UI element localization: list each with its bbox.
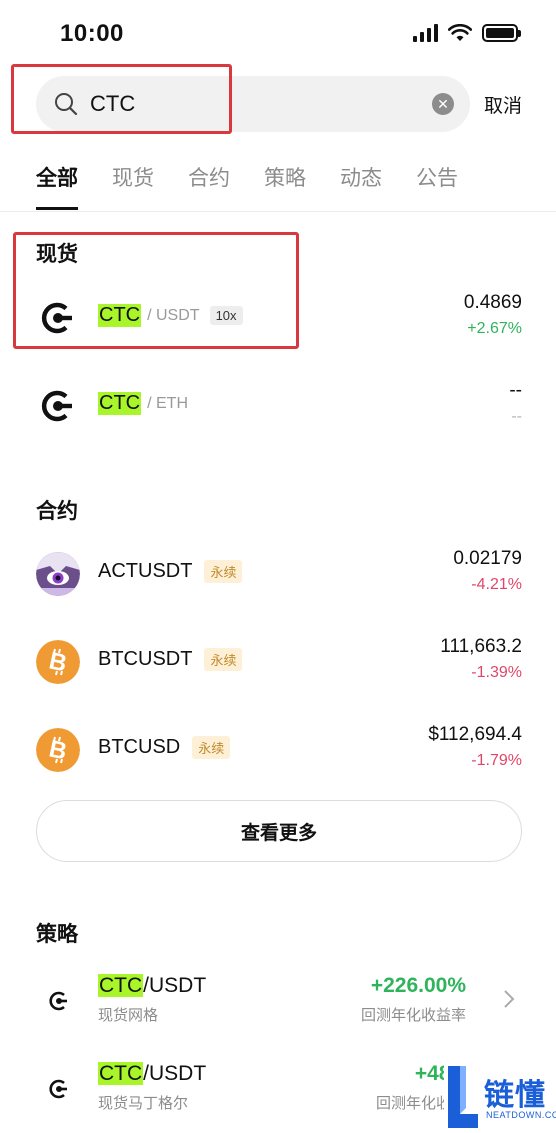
strategy-type: 现货网格 (98, 1007, 159, 1024)
ctc-logo-icon (49, 1079, 67, 1099)
tabs-divider (0, 211, 556, 212)
strategy-pair: CTC/USDT (98, 974, 206, 998)
pair-quote: / ETH (147, 394, 188, 412)
pair-base: CTC (98, 1062, 144, 1085)
perpetual-badge: 永续 (192, 736, 231, 759)
tab-strategy[interactable]: 策略 (264, 162, 306, 210)
leverage-badge: 10x (209, 306, 243, 325)
price-change: -- (511, 408, 522, 425)
wifi-icon (448, 24, 472, 41)
section-title-spot: 现货 (36, 243, 78, 266)
status-time: 10:00 (60, 20, 124, 47)
battery-icon (482, 24, 521, 42)
spot-row-ctc-usdt[interactable]: CTC / USDT 10x 0.4869 +2.67% (36, 288, 522, 348)
category-tabs: 全部 现货 合约 策略 动态 公告 (36, 162, 458, 210)
contract-symbol: BTCUSDT (98, 648, 193, 670)
pair-name: CTC / USDT 10x (98, 304, 243, 327)
ctc-logo-icon (49, 991, 67, 1011)
watermark-logo-icon (448, 1066, 478, 1128)
price: -- (509, 380, 522, 401)
pair-quote: /USDT (143, 1062, 207, 1085)
search-box[interactable]: ✕ (36, 76, 470, 132)
bitcoin-icon: B (36, 640, 80, 684)
price: 0.02179 (453, 548, 522, 569)
strategy-pair: CTC/USDT (98, 1062, 206, 1086)
contract-symbol: ACTUSDT (98, 560, 193, 582)
futures-row-btcusdt[interactable]: B BTCUSDT 永续 111,663.2 -1.39% (36, 632, 522, 692)
price: $112,694.4 (428, 724, 522, 745)
price: 0.4869 (463, 292, 522, 313)
cellular-signal-icon (413, 24, 438, 42)
tab-all[interactable]: 全部 (36, 162, 78, 210)
tab-futures[interactable]: 合约 (188, 162, 230, 210)
futures-row-btcusd[interactable]: B BTCUSD 永续 $112,694.4 -1.79% (36, 720, 522, 780)
perpetual-badge: 永续 (204, 560, 243, 583)
chevron-right-icon (504, 990, 515, 1008)
pair-name: CTC / ETH (98, 392, 188, 415)
perpetual-badge: 永续 (204, 648, 243, 671)
tab-spot[interactable]: 现货 (112, 162, 154, 210)
watermark-subtext: NEATDOWN.COM (486, 1110, 556, 1120)
ctc-logo-icon (36, 384, 80, 428)
view-more-button[interactable]: 查看更多 (36, 800, 522, 862)
clear-search-icon[interactable]: ✕ (432, 93, 454, 115)
search-input[interactable] (90, 90, 410, 118)
search-row: ✕ 取消 (36, 76, 526, 132)
tab-announcements[interactable]: 公告 (416, 162, 458, 210)
price-change: -4.21% (471, 576, 522, 593)
watermark-text: 链懂 (484, 1079, 546, 1112)
price-change: +2.67% (467, 320, 522, 337)
futures-row-actusdt[interactable]: ACTUSDT 永续 0.02179 -4.21% (36, 544, 522, 604)
pair-base: CTC (98, 974, 144, 997)
section-title-strategy: 策略 (36, 923, 78, 946)
search-icon (55, 93, 78, 116)
pair-base: CTC (98, 392, 142, 415)
price-change: -1.39% (471, 664, 522, 681)
act-avatar-icon (36, 552, 80, 596)
contract-name: BTCUSD 永续 (98, 736, 231, 759)
bitcoin-icon: B (36, 728, 80, 772)
price: 111,663.2 (440, 636, 522, 657)
contract-name: BTCUSDT 永续 (98, 648, 243, 671)
contract-name: ACTUSDT 永续 (98, 560, 243, 583)
price-change: -1.79% (471, 752, 522, 769)
watermark: 链懂 NEATDOWN.COM (444, 1060, 556, 1133)
strategy-type: 现货马丁格尔 (98, 1095, 189, 1112)
section-title-futures: 合约 (36, 500, 78, 523)
strategy-row-grid[interactable]: CTC/USDT 现货网格 +226.00% 回测年化收益率 (36, 972, 522, 1032)
spot-row-ctc-eth[interactable]: CTC / ETH -- -- (36, 376, 522, 436)
strategy-return: +226.00% (370, 974, 466, 997)
pair-base: CTC (98, 304, 142, 327)
pair-quote: / USDT (147, 306, 200, 324)
strategy-return-label: 回测年化收益率 (360, 1007, 466, 1024)
tab-feed[interactable]: 动态 (340, 162, 382, 210)
pair-quote: /USDT (143, 974, 207, 997)
cancel-button[interactable]: 取消 (484, 91, 522, 118)
ctc-logo-icon (36, 296, 80, 340)
status-bar: 10:00 (0, 0, 556, 66)
contract-symbol: BTCUSD (98, 736, 181, 758)
status-icons (413, 24, 521, 42)
